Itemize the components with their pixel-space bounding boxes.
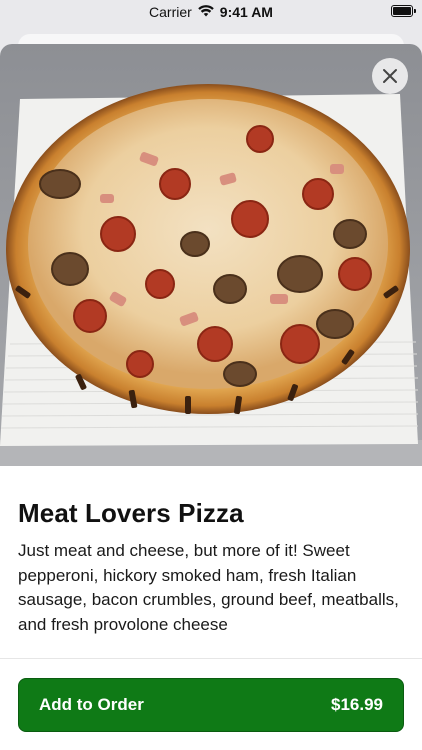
item-photo bbox=[0, 44, 422, 466]
item-price: $16.99 bbox=[331, 695, 383, 714]
item-detail-sheet: Meat Lovers Pizza Just meat and cheese, … bbox=[0, 44, 422, 750]
close-icon bbox=[383, 69, 397, 83]
carrier-label: Carrier bbox=[149, 4, 192, 20]
pizza-image bbox=[0, 44, 422, 466]
clock: 9:41 AM bbox=[219, 4, 273, 20]
item-title: Meat Lovers Pizza bbox=[18, 498, 244, 528]
item-description: Just meat and cheese, but more of it! Sw… bbox=[18, 541, 399, 634]
add-to-order-label: Add to Order bbox=[39, 695, 144, 714]
battery-icon bbox=[391, 5, 416, 17]
close-button[interactable] bbox=[372, 58, 408, 94]
add-to-order-button[interactable]: Add to Order $16.99 bbox=[18, 678, 404, 732]
status-bar: Carrier 9:41 AM bbox=[0, 0, 422, 24]
item-info: Meat Lovers Pizza Just meat and cheese, … bbox=[18, 498, 404, 637]
divider bbox=[0, 658, 422, 659]
wifi-icon bbox=[197, 4, 214, 20]
